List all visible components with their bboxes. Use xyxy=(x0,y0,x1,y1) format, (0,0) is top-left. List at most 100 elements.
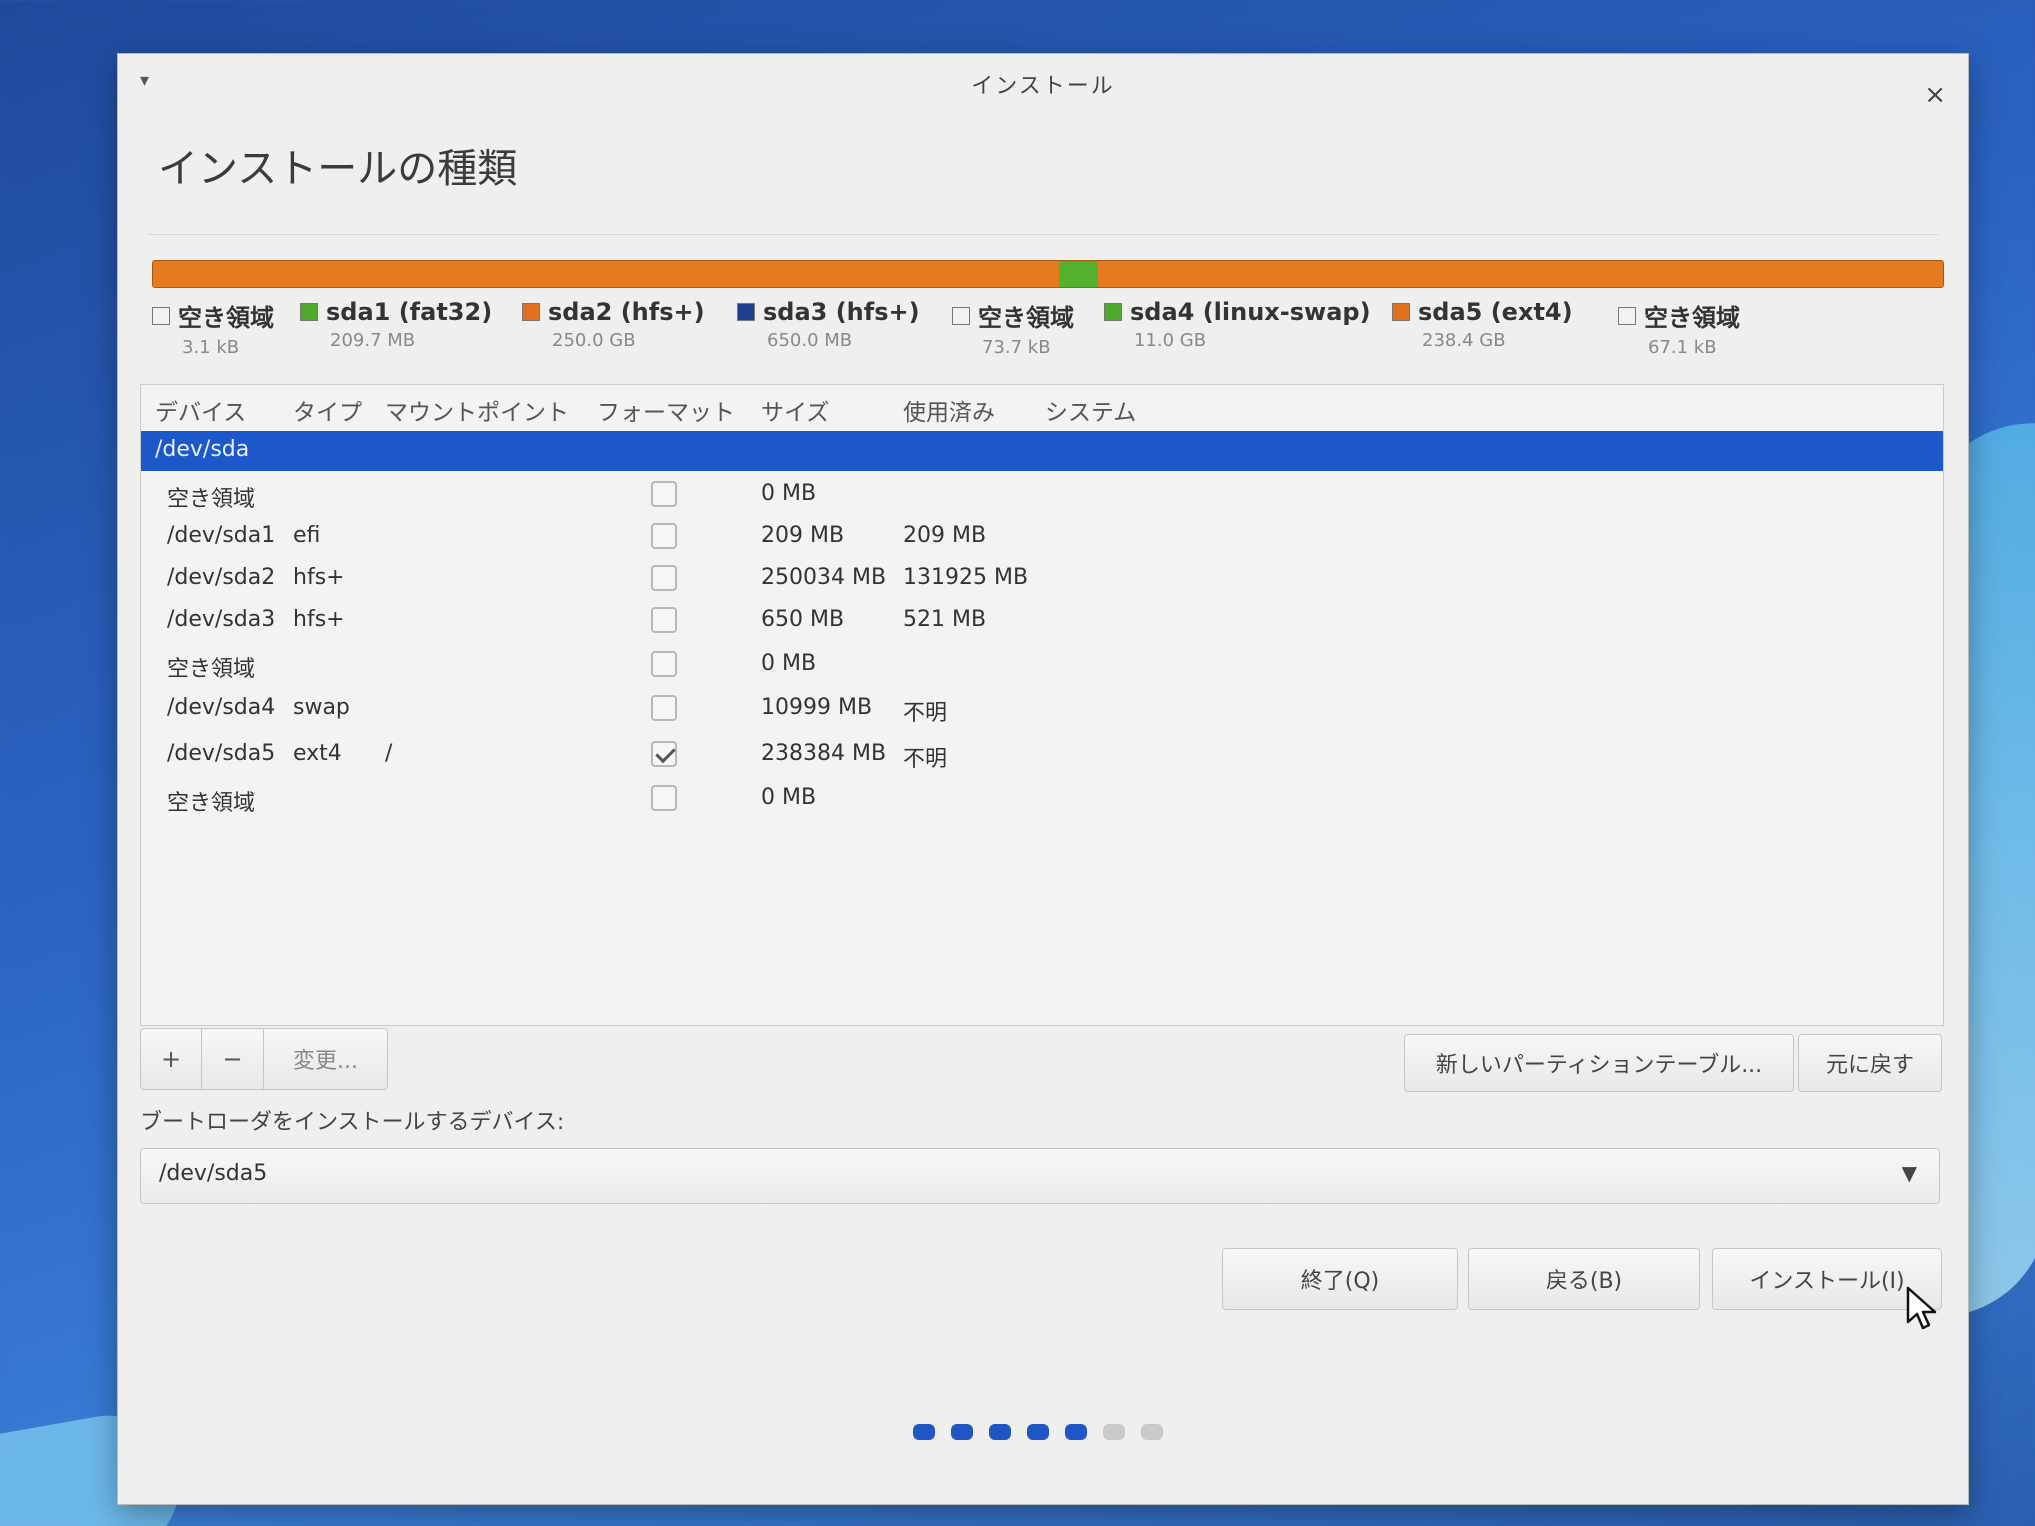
row-size: 10999 MB xyxy=(761,695,873,720)
quit-button[interactable]: 終了(Q) xyxy=(1222,1248,1458,1310)
new-partition-table-button[interactable]: 新しいパーティションテーブル... xyxy=(1404,1034,1794,1092)
partition-toolbar: + − 変更... xyxy=(140,1028,388,1090)
row-size: 0 MB xyxy=(761,785,817,810)
legend-size: 238.4 GB xyxy=(1422,330,1506,351)
table-row[interactable]: 空き領域 0 MB xyxy=(141,779,1943,819)
column-header-device[interactable]: デバイス xyxy=(155,393,246,427)
column-header-system[interactable]: システム xyxy=(1045,393,1136,427)
table-row[interactable]: /dev/sda1 efi 209 MB 209 MB xyxy=(141,517,1943,557)
format-checkbox[interactable] xyxy=(651,523,677,549)
row-used: 521 MB xyxy=(903,607,987,632)
legend-label: 空き領域 xyxy=(178,304,274,332)
legend-item: sda1 (fat32) 209.7 MB xyxy=(300,298,492,351)
partition-legend: 空き領域 3.1 kB sda1 (fat32) 209.7 MB sda2 (… xyxy=(152,298,1952,378)
legend-label: sda1 (fat32) xyxy=(326,298,493,326)
bootloader-device-value: /dev/sda5 xyxy=(159,1161,268,1186)
legend-item: sda4 (linux-swap) 11.0 GB xyxy=(1104,298,1371,351)
change-partition-button[interactable]: 変更... xyxy=(264,1028,388,1090)
table-row[interactable]: 空き領域 0 MB xyxy=(141,645,1943,685)
remove-partition-button[interactable]: − xyxy=(202,1028,264,1090)
table-row[interactable]: /dev/sda4 swap 10999 MB 不明 xyxy=(141,689,1943,729)
partition-bar xyxy=(152,260,1944,288)
legend-swatch xyxy=(952,306,970,325)
dropdown-arrow-icon: ▼ xyxy=(1901,1161,1917,1185)
legend-item: 空き領域 67.1 kB xyxy=(1618,298,1740,358)
partition-bar-segment-sda4 xyxy=(1058,261,1099,287)
row-size: 238384 MB xyxy=(761,741,887,766)
legend-label: 空き領域 xyxy=(1644,304,1740,332)
legend-label: sda2 (hfs+) xyxy=(548,298,705,326)
row-used: 不明 xyxy=(903,747,948,772)
table-row[interactable]: /dev/sda5 ext4 / 238384 MB 不明 xyxy=(141,735,1943,775)
legend-size: 650.0 MB xyxy=(767,330,853,351)
format-checkbox[interactable] xyxy=(651,651,677,677)
row-device: /dev/sda5 xyxy=(167,741,276,766)
row-device: 空き領域 xyxy=(167,791,256,816)
format-checkbox[interactable] xyxy=(651,565,677,591)
column-header-used[interactable]: 使用済み xyxy=(903,393,995,427)
row-size: 209 MB xyxy=(761,523,845,548)
row-type: ext4 xyxy=(293,741,342,766)
progress-dot-complete xyxy=(1065,1424,1087,1440)
column-header-size[interactable]: サイズ xyxy=(761,393,829,427)
legend-label: sda5 (ext4) xyxy=(1418,298,1573,326)
legend-size: 209.7 MB xyxy=(330,330,416,351)
bootloader-label: ブートローダをインストールするデバイス: xyxy=(140,1110,565,1135)
format-checkbox[interactable] xyxy=(651,785,677,811)
row-device: /dev/sda4 xyxy=(167,695,276,720)
progress-dot-pending xyxy=(1103,1424,1125,1440)
table-row[interactable]: /dev/sda3 hfs+ 650 MB 521 MB xyxy=(141,601,1943,641)
legend-swatch xyxy=(152,306,170,325)
table-row-disk[interactable]: /dev/sda xyxy=(141,431,1943,471)
add-partition-button[interactable]: + xyxy=(140,1028,202,1090)
partition-table: デバイス タイプ マウントポイント フォーマット サイズ 使用済み システム /… xyxy=(140,384,1944,1026)
revert-button[interactable]: 元に戻す xyxy=(1798,1034,1942,1092)
mouse-cursor-icon xyxy=(1906,1286,1937,1330)
table-row[interactable]: 空き領域 0 MB xyxy=(141,475,1943,515)
legend-label: 空き領域 xyxy=(978,304,1074,332)
legend-item: sda3 (hfs+) 650.0 MB xyxy=(737,298,920,351)
legend-size: 250.0 GB xyxy=(552,330,636,351)
row-size: 650 MB xyxy=(761,607,845,632)
divider xyxy=(148,234,1938,235)
legend-item: 空き領域 73.7 kB xyxy=(952,298,1074,358)
back-button[interactable]: 戻る(B) xyxy=(1468,1248,1700,1310)
window-title: インストール xyxy=(971,74,1115,99)
legend-size: 67.1 kB xyxy=(1648,337,1717,358)
legend-size: 3.1 kB xyxy=(182,337,240,358)
row-used: 不明 xyxy=(903,701,948,726)
column-header-type[interactable]: タイプ xyxy=(293,393,362,427)
installer-window: ▾ インストール × インストールの種類 空き領域 3.1 kB sda1 (f… xyxy=(118,54,1968,1504)
legend-size: 11.0 GB xyxy=(1134,330,1207,351)
legend-label: sda3 (hfs+) xyxy=(763,298,920,326)
column-header-mountpoint[interactable]: マウントポイント xyxy=(385,393,569,427)
legend-swatch xyxy=(300,303,318,321)
legend-swatch xyxy=(1618,306,1636,325)
column-header-format[interactable]: フォーマット xyxy=(597,393,735,427)
disk-device: /dev/sda xyxy=(155,437,250,462)
progress-dot-complete xyxy=(951,1424,973,1440)
table-row[interactable]: /dev/sda2 hfs+ 250034 MB 131925 MB xyxy=(141,559,1943,599)
close-icon[interactable]: × xyxy=(1924,80,1946,110)
row-mountpoint: / xyxy=(385,741,393,766)
progress-dot-complete xyxy=(989,1424,1011,1440)
row-used: 131925 MB xyxy=(903,565,1029,590)
legend-label: sda4 (linux-swap) xyxy=(1130,298,1371,326)
progress-dot-complete xyxy=(913,1424,935,1440)
legend-swatch xyxy=(737,303,755,321)
legend-item: 空き領域 3.1 kB xyxy=(152,298,274,358)
legend-swatch xyxy=(1392,303,1410,321)
row-type: hfs+ xyxy=(293,607,345,632)
row-type: hfs+ xyxy=(293,565,345,590)
format-checkbox[interactable] xyxy=(651,481,677,507)
row-size: 250034 MB xyxy=(761,565,887,590)
row-device: 空き領域 xyxy=(167,657,256,682)
format-checkbox[interactable] xyxy=(651,741,677,767)
bootloader-device-select[interactable]: /dev/sda5 ▼ xyxy=(140,1148,1940,1204)
row-device: /dev/sda3 xyxy=(167,607,276,632)
format-checkbox[interactable] xyxy=(651,607,677,633)
legend-item: sda5 (ext4) 238.4 GB xyxy=(1392,298,1573,351)
format-checkbox[interactable] xyxy=(651,695,677,721)
row-used: 209 MB xyxy=(903,523,987,548)
progress-dot-pending xyxy=(1141,1424,1163,1440)
